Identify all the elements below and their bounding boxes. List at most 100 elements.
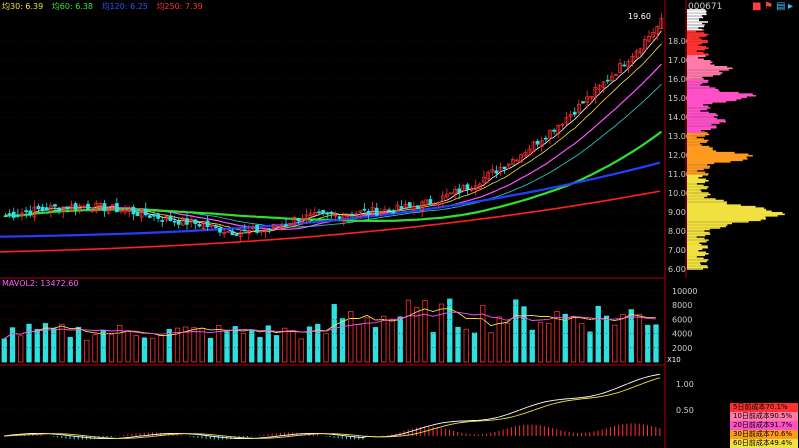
candle-body [218,227,222,233]
candle-body [234,233,239,236]
candle-body [176,220,181,225]
volume-bar [471,332,478,363]
candle-body [494,170,499,174]
volume-bar [331,303,337,363]
candle-body [465,184,470,190]
volume-bar [636,313,643,363]
candle-body [242,229,247,232]
volume-bar [587,331,593,363]
volume-bar [191,327,197,363]
candle-body [622,64,627,67]
candle-body [135,211,140,216]
candle-body [350,214,354,217]
volume-bar [75,326,82,363]
candle-body [535,140,540,145]
ma5-line [5,30,662,234]
candle-body [11,211,16,218]
candle-body [40,206,45,211]
volume-bar [150,337,156,363]
candle-body [374,207,379,216]
price-tick-label: 9.00 [668,208,686,217]
volume-bar [529,329,535,363]
volume-bar [405,299,412,363]
candle-body [205,220,210,227]
volume-bar [51,328,57,363]
candle-body [457,188,462,194]
volume-bar [463,328,469,363]
macd-line [3,377,661,439]
candle-body [197,224,202,227]
candle-body [36,205,41,210]
moving-average-legend: 均30: 6.39 均60: 6.38 均120: 6.25 均250: 7.3… [2,1,209,12]
volume-bar [18,335,24,363]
volume-bar [570,315,577,363]
volume-bar [339,318,346,363]
candle-body [399,206,404,209]
volume-bar [546,322,552,363]
collapse-icon[interactable]: ▸ [788,1,793,12]
candle-body [267,228,272,231]
volume-bar [100,330,106,363]
cost-60day: 60日前成本49.4% [730,439,798,448]
cost-distribution-chart [687,9,785,270]
settings-icon[interactable]: ▤ [776,1,785,12]
volume-bar [612,324,618,363]
candle-body [428,199,433,205]
volume-tick-label: 4000 [672,330,692,339]
volume-unit-label: X10 [667,356,681,364]
candle-body [148,215,152,218]
volume-bar [356,324,362,363]
cost-30day: 30日前成本70.6% [730,430,798,439]
volume-bar [381,315,387,363]
candle-body [407,202,412,207]
moving-average-lines [0,30,663,253]
volume-bar [34,328,40,363]
candle-body [572,111,577,115]
candle-body [73,203,78,210]
candle-body [16,214,20,217]
volume-bar [26,323,32,363]
volume-bar [158,335,164,363]
candle-body [156,214,160,219]
candle-body [57,207,61,212]
candle-body [230,230,235,236]
candle-body [581,101,585,104]
volume-bar [108,334,115,363]
candle-body [24,210,28,213]
close-cost-icon[interactable]: ■ [752,1,761,12]
candle-body [7,213,12,215]
macd-tick-label: 1.00 [676,380,694,389]
volume-bar [224,331,230,363]
flag-icon[interactable]: ⚑ [764,1,773,12]
candle-body [391,210,396,214]
volume-tick-label: 10000 [672,287,697,296]
cost-10day: 10日前成本90.5% [730,412,798,421]
candle-body [44,207,49,211]
cost-distribution-legend: 5日前成本70.1% 10日前成本90.5% 20日前成本91.7% 30日前成… [730,403,798,448]
candle-body [502,166,507,169]
volume-bar [645,324,651,363]
volume-bar [653,324,659,363]
candle-body [185,218,189,225]
candle-body [3,215,8,218]
volume-bar [249,330,255,363]
candle-body [160,220,165,222]
volume-bar [513,299,519,363]
cost-20day: 20日前成本91.7% [730,421,798,430]
stock-chart[interactable]: 18.0017.0016.0015.0014.0013.0012.0011.00… [0,0,799,448]
volume-bar [397,316,403,363]
volume-bar [298,338,304,363]
candle-body [53,204,57,207]
volume-bar [125,330,131,363]
volume-bar [199,328,205,363]
candle-body [325,212,330,215]
ma120-legend: 均120: 6.25 [101,2,148,11]
candle-body [362,208,367,211]
volume-bar [166,328,172,363]
candle-body [28,210,33,215]
volume-bar [389,318,395,363]
candle-body [65,206,70,210]
volume-bar [290,330,296,363]
volume-bar [537,321,544,363]
candle-body [329,211,334,215]
